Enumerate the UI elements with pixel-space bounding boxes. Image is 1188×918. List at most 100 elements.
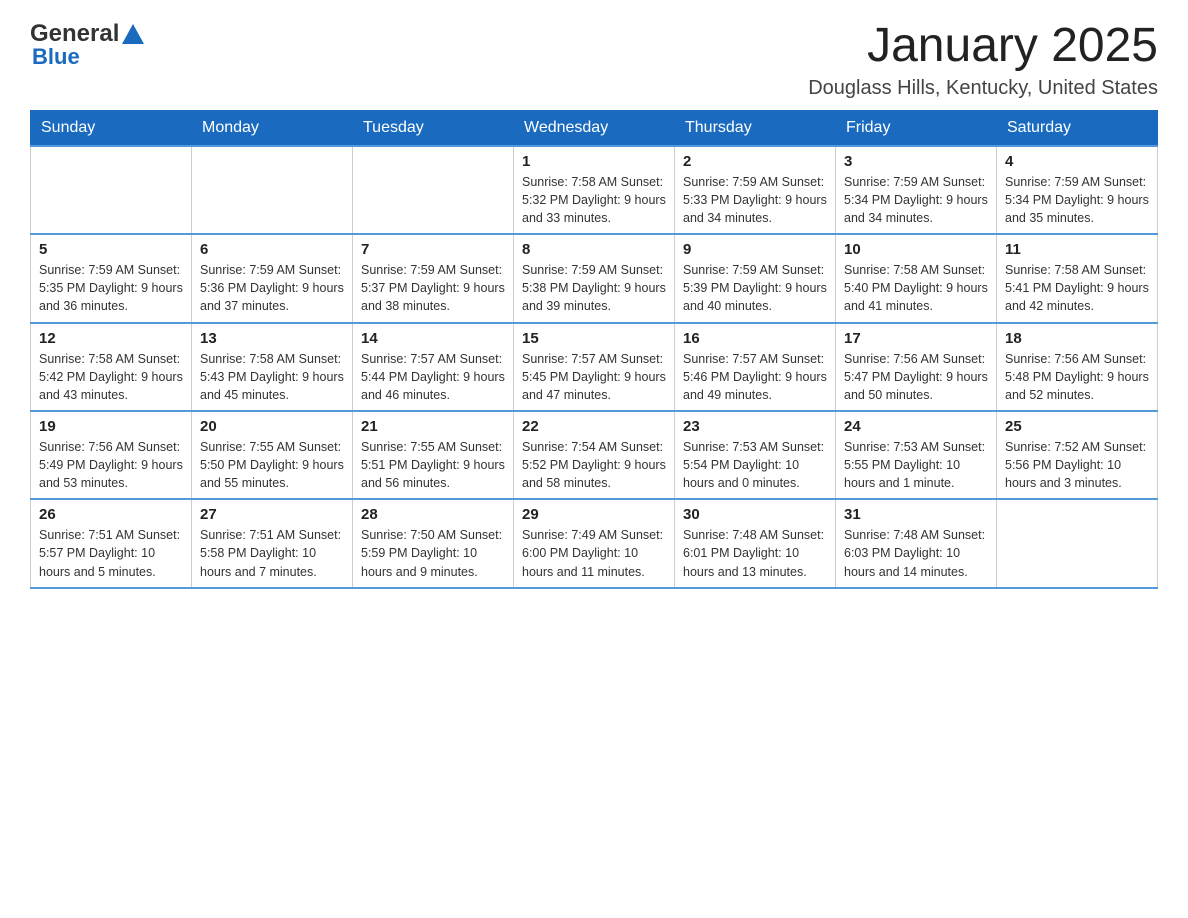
calendar-cell: 10 Sunrise: 7:58 AM Sunset: 5:40 PM Dayli… [836, 234, 997, 322]
day-info: Sunrise: 7:58 AM Sunset: 5:41 PM Dayligh… [1005, 261, 1149, 315]
location-subtitle: Douglass Hills, Kentucky, United States [808, 77, 1158, 100]
calendar-cell: 25Sunrise: 7:52 AM Sunset: 5:56 PM Dayli… [997, 411, 1158, 499]
calendar-cell: 17 Sunrise: 7:56 AM Sunset: 5:47 PM Dayli… [836, 323, 997, 411]
calendar-cell: 22Sunrise: 7:54 AM Sunset: 5:52 PM Dayli… [514, 411, 675, 499]
week-row-5: 26Sunrise: 7:51 AM Sunset: 5:57 PM Dayli… [31, 499, 1158, 587]
calendar-cell: 31 Sunrise: 7:48 AM Sunset: 6:03 PM Dayli… [836, 499, 997, 587]
day-number: 8 [522, 241, 666, 258]
day-info: Sunrise: 7:48 AM Sunset: 6:03 PM Dayligh… [844, 526, 988, 580]
day-number: 15 [522, 330, 666, 347]
calendar-cell: 14 Sunrise: 7:57 AM Sunset: 5:44 PM Dayli… [353, 323, 514, 411]
day-number: 23 [683, 418, 827, 435]
page-header: General Blue January 2025 Douglass Hills… [30, 20, 1158, 100]
day-number: 3 [844, 153, 988, 170]
calendar-cell: 9 Sunrise: 7:59 AM Sunset: 5:39 PM Daylig… [675, 234, 836, 322]
day-number: 2 [683, 153, 827, 170]
day-info: Sunrise: 7:49 AM Sunset: 6:00 PM Dayligh… [522, 526, 666, 580]
weekday-header-sunday: Sunday [31, 110, 192, 146]
day-info: Sunrise: 7:58 AM Sunset: 5:32 PM Dayligh… [522, 173, 666, 227]
calendar-cell: 16 Sunrise: 7:57 AM Sunset: 5:46 PM Dayli… [675, 323, 836, 411]
day-info: Sunrise: 7:56 AM Sunset: 5:47 PM Dayligh… [844, 350, 988, 404]
day-info: Sunrise: 7:54 AM Sunset: 5:52 PM Dayligh… [522, 438, 666, 492]
calendar-cell: 2 Sunrise: 7:59 AM Sunset: 5:33 PM Daylig… [675, 146, 836, 234]
day-info: Sunrise: 7:59 AM Sunset: 5:38 PM Dayligh… [522, 261, 666, 315]
calendar-cell: 8 Sunrise: 7:59 AM Sunset: 5:38 PM Daylig… [514, 234, 675, 322]
calendar-cell: 4 Sunrise: 7:59 AM Sunset: 5:34 PM Daylig… [997, 146, 1158, 234]
day-number: 11 [1005, 241, 1149, 258]
day-number: 4 [1005, 153, 1149, 170]
day-info: Sunrise: 7:57 AM Sunset: 5:44 PM Dayligh… [361, 350, 505, 404]
day-number: 14 [361, 330, 505, 347]
calendar-cell: 20 Sunrise: 7:55 AM Sunset: 5:50 PM Dayli… [192, 411, 353, 499]
day-number: 17 [844, 330, 988, 347]
weekday-header-row: SundayMondayTuesdayWednesdayThursdayFrid… [31, 110, 1158, 146]
day-info: Sunrise: 7:58 AM Sunset: 5:43 PM Dayligh… [200, 350, 344, 404]
calendar-cell: 12 Sunrise: 7:58 AM Sunset: 5:42 PM Dayli… [31, 323, 192, 411]
calendar-cell: 5 Sunrise: 7:59 AM Sunset: 5:35 PM Daylig… [31, 234, 192, 322]
day-info: Sunrise: 7:48 AM Sunset: 6:01 PM Dayligh… [683, 526, 827, 580]
calendar-cell [997, 499, 1158, 587]
logo-blue-text: Blue [30, 44, 80, 70]
day-number: 6 [200, 241, 344, 258]
calendar-cell: 21 Sunrise: 7:55 AM Sunset: 5:51 PM Dayli… [353, 411, 514, 499]
day-number: 7 [361, 241, 505, 258]
day-info: Sunrise: 7:51 AM Sunset: 5:57 PM Dayligh… [39, 526, 183, 580]
calendar-cell: 23Sunrise: 7:53 AM Sunset: 5:54 PM Dayli… [675, 411, 836, 499]
week-row-2: 5 Sunrise: 7:59 AM Sunset: 5:35 PM Daylig… [31, 234, 1158, 322]
day-info: Sunrise: 7:57 AM Sunset: 5:46 PM Dayligh… [683, 350, 827, 404]
week-row-1: 1Sunrise: 7:58 AM Sunset: 5:32 PM Daylig… [31, 146, 1158, 234]
calendar-cell: 27 Sunrise: 7:51 AM Sunset: 5:58 PM Dayli… [192, 499, 353, 587]
day-info: Sunrise: 7:59 AM Sunset: 5:34 PM Dayligh… [1005, 173, 1149, 227]
day-info: Sunrise: 7:51 AM Sunset: 5:58 PM Dayligh… [200, 526, 344, 580]
weekday-header-monday: Monday [192, 110, 353, 146]
calendar-cell [353, 146, 514, 234]
day-info: Sunrise: 7:58 AM Sunset: 5:40 PM Dayligh… [844, 261, 988, 315]
calendar-cell [31, 146, 192, 234]
calendar-cell [192, 146, 353, 234]
week-row-4: 19Sunrise: 7:56 AM Sunset: 5:49 PM Dayli… [31, 411, 1158, 499]
day-number: 29 [522, 506, 666, 523]
weekday-header-saturday: Saturday [997, 110, 1158, 146]
week-row-3: 12 Sunrise: 7:58 AM Sunset: 5:42 PM Dayli… [31, 323, 1158, 411]
day-info: Sunrise: 7:58 AM Sunset: 5:42 PM Dayligh… [39, 350, 183, 404]
calendar-cell: 7Sunrise: 7:59 AM Sunset: 5:37 PM Daylig… [353, 234, 514, 322]
day-info: Sunrise: 7:57 AM Sunset: 5:45 PM Dayligh… [522, 350, 666, 404]
day-info: Sunrise: 7:56 AM Sunset: 5:49 PM Dayligh… [39, 438, 183, 492]
calendar-cell: 1Sunrise: 7:58 AM Sunset: 5:32 PM Daylig… [514, 146, 675, 234]
day-number: 30 [683, 506, 827, 523]
day-info: Sunrise: 7:59 AM Sunset: 5:39 PM Dayligh… [683, 261, 827, 315]
calendar-cell: 18 Sunrise: 7:56 AM Sunset: 5:48 PM Dayli… [997, 323, 1158, 411]
day-number: 31 [844, 506, 988, 523]
calendar-cell: 6Sunrise: 7:59 AM Sunset: 5:36 PM Daylig… [192, 234, 353, 322]
day-number: 12 [39, 330, 183, 347]
day-info: Sunrise: 7:53 AM Sunset: 5:55 PM Dayligh… [844, 438, 988, 492]
day-info: Sunrise: 7:52 AM Sunset: 5:56 PM Dayligh… [1005, 438, 1149, 492]
day-number: 27 [200, 506, 344, 523]
calendar-table: SundayMondayTuesdayWednesdayThursdayFrid… [30, 110, 1158, 589]
day-number: 5 [39, 241, 183, 258]
logo: General Blue [30, 20, 144, 70]
day-info: Sunrise: 7:50 AM Sunset: 5:59 PM Dayligh… [361, 526, 505, 580]
day-info: Sunrise: 7:55 AM Sunset: 5:51 PM Dayligh… [361, 438, 505, 492]
day-info: Sunrise: 7:59 AM Sunset: 5:34 PM Dayligh… [844, 173, 988, 227]
day-number: 28 [361, 506, 505, 523]
day-number: 21 [361, 418, 505, 435]
day-number: 9 [683, 241, 827, 258]
calendar-cell: 15 Sunrise: 7:57 AM Sunset: 5:45 PM Dayli… [514, 323, 675, 411]
day-number: 20 [200, 418, 344, 435]
day-info: Sunrise: 7:56 AM Sunset: 5:48 PM Dayligh… [1005, 350, 1149, 404]
calendar-cell: 3 Sunrise: 7:59 AM Sunset: 5:34 PM Daylig… [836, 146, 997, 234]
logo-triangle-icon [122, 24, 144, 44]
day-info: Sunrise: 7:55 AM Sunset: 5:50 PM Dayligh… [200, 438, 344, 492]
day-number: 18 [1005, 330, 1149, 347]
title-area: January 2025 Douglass Hills, Kentucky, U… [808, 20, 1158, 100]
calendar-cell: 11 Sunrise: 7:58 AM Sunset: 5:41 PM Dayli… [997, 234, 1158, 322]
calendar-cell: 19Sunrise: 7:56 AM Sunset: 5:49 PM Dayli… [31, 411, 192, 499]
day-number: 16 [683, 330, 827, 347]
day-info: Sunrise: 7:59 AM Sunset: 5:35 PM Dayligh… [39, 261, 183, 315]
day-info: Sunrise: 7:59 AM Sunset: 5:33 PM Dayligh… [683, 173, 827, 227]
weekday-header-wednesday: Wednesday [514, 110, 675, 146]
day-number: 10 [844, 241, 988, 258]
calendar-cell: 30 Sunrise: 7:48 AM Sunset: 6:01 PM Dayli… [675, 499, 836, 587]
day-number: 24 [844, 418, 988, 435]
